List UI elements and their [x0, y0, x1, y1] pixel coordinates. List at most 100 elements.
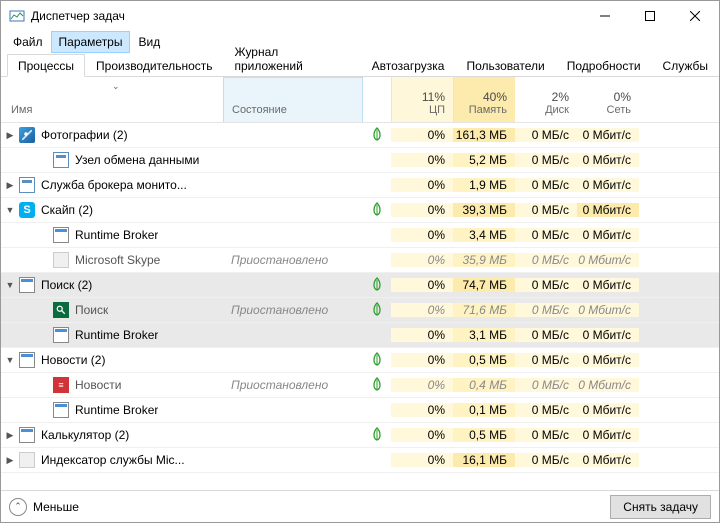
- expand-toggle[interactable]: ▶: [1, 180, 19, 191]
- search-icon: [53, 302, 69, 318]
- cpu-cell: 0%: [391, 153, 453, 167]
- net-cell: 0 Мбит/с: [577, 253, 639, 267]
- maximize-button[interactable]: [627, 1, 672, 31]
- table-row[interactable]: ▶Фотографии (2)0%161,3 МБ0 МБ/с0 Мбит/с: [1, 123, 719, 148]
- minimize-button[interactable]: [582, 1, 627, 31]
- tab-details[interactable]: Подробности: [556, 54, 652, 76]
- state-cell: Приостановлено: [223, 253, 363, 267]
- disk-cell: 0 МБ/с: [515, 278, 577, 292]
- table-row[interactable]: ▶Служба брокера монито...0%1,9 МБ0 МБ/с0…: [1, 173, 719, 198]
- leaf-icon: [371, 202, 383, 219]
- expand-toggle[interactable]: ▼: [1, 355, 19, 365]
- table-row[interactable]: ▼Новости (2)0%0,5 МБ0 МБ/с0 Мбит/с: [1, 348, 719, 373]
- news-icon: ≡: [53, 377, 69, 393]
- expand-toggle[interactable]: ▶: [1, 130, 19, 141]
- node-icon: [53, 152, 69, 168]
- process-list[interactable]: ▶Фотографии (2)0%161,3 МБ0 МБ/с0 Мбит/сУ…: [1, 123, 719, 490]
- net-cell: 0 Мбит/с: [577, 328, 639, 342]
- table-row[interactable]: Runtime Broker0%3,4 МБ0 МБ/с0 Мбит/с: [1, 223, 719, 248]
- cpu-cell: 0%: [391, 278, 453, 292]
- close-button[interactable]: [672, 1, 717, 31]
- header-leaf: [363, 77, 391, 122]
- app-icon: [19, 352, 35, 368]
- fewer-details-button[interactable]: ⌃ Меньше: [9, 498, 610, 516]
- process-name: Поиск (2): [41, 278, 92, 292]
- column-headers: ⌄ Имя Состояние 11%ЦП 40%Память 2%Диск 0…: [1, 77, 719, 123]
- disk-cell: 0 МБ/с: [515, 203, 577, 217]
- leaf-icon: [371, 277, 383, 294]
- cpu-cell: 0%: [391, 128, 453, 142]
- tab-users[interactable]: Пользователи: [455, 54, 555, 76]
- header-network[interactable]: 0%Сеть: [577, 77, 639, 122]
- window-title: Диспетчер задач: [31, 9, 582, 23]
- table-row[interactable]: Узел обмена данными0%5,2 МБ0 МБ/с0 Мбит/…: [1, 148, 719, 173]
- disk-cell: 0 МБ/с: [515, 378, 577, 392]
- tab-services[interactable]: Службы: [652, 54, 719, 76]
- name-cell: Microsoft Skype: [19, 252, 223, 268]
- table-row[interactable]: ▼SСкайп (2)0%39,3 МБ0 МБ/с0 Мбит/с: [1, 198, 719, 223]
- table-row[interactable]: ▼Поиск (2)0%74,7 МБ0 МБ/с0 Мбит/с: [1, 273, 719, 298]
- header-state[interactable]: Состояние: [223, 77, 363, 122]
- disk-cell: 0 МБ/с: [515, 328, 577, 342]
- table-row[interactable]: Runtime Broker0%0,1 МБ0 МБ/с0 Мбит/с: [1, 398, 719, 423]
- menu-file[interactable]: Файл: [5, 31, 51, 53]
- name-cell: Поиск: [19, 302, 223, 318]
- menu-view[interactable]: Вид: [130, 31, 168, 53]
- table-row[interactable]: ≡НовостиПриостановлено0%0,4 МБ0 МБ/с0 Мб…: [1, 373, 719, 398]
- tab-startup[interactable]: Автозагрузка: [361, 54, 456, 76]
- titlebar: Диспетчер задач: [1, 1, 719, 31]
- app-icon: [9, 8, 25, 24]
- table-row[interactable]: ▶Калькулятор (2)0%0,5 МБ0 МБ/с0 Мбит/с: [1, 423, 719, 448]
- name-cell: Фотографии (2): [19, 127, 223, 143]
- leaf-icon: [371, 377, 383, 394]
- photos-icon: [19, 127, 35, 143]
- header-name[interactable]: ⌄ Имя: [1, 77, 223, 122]
- header-disk[interactable]: 2%Диск: [515, 77, 577, 122]
- menu-options[interactable]: Параметры: [51, 31, 131, 53]
- disk-cell: 0 МБ/с: [515, 403, 577, 417]
- name-cell: Runtime Broker: [19, 227, 223, 243]
- mem-cell: 0,4 МБ: [453, 378, 515, 392]
- expand-toggle[interactable]: ▶: [1, 430, 19, 441]
- net-cell: 0 Мбит/с: [577, 128, 639, 142]
- process-name: Индексатор службы Mic...: [41, 453, 185, 467]
- mem-cell: 3,4 МБ: [453, 228, 515, 242]
- net-cell: 0 Мбит/с: [577, 203, 639, 217]
- calc-icon: [19, 427, 35, 443]
- net-cell: 0 Мбит/с: [577, 428, 639, 442]
- cpu-cell: 0%: [391, 328, 453, 342]
- table-row[interactable]: Microsoft SkypeПриостановлено0%35,9 МБ0 …: [1, 248, 719, 273]
- process-name: Runtime Broker: [75, 328, 158, 342]
- process-name: Новости (2): [41, 353, 105, 367]
- node-icon: [19, 177, 35, 193]
- name-cell: ≡Новости: [19, 377, 223, 393]
- expand-toggle[interactable]: ▶: [1, 455, 19, 466]
- table-row[interactable]: Runtime Broker 0%3,1 МБ0 МБ/с0 Мбит/с: [1, 323, 719, 348]
- expand-toggle[interactable]: ▼: [1, 280, 19, 290]
- tab-processes[interactable]: Процессы: [7, 54, 85, 77]
- cpu-cell: 0%: [391, 178, 453, 192]
- process-name: Поиск: [75, 303, 108, 317]
- process-name: Скайп (2): [41, 203, 93, 217]
- net-cell: 0 Мбит/с: [577, 153, 639, 167]
- net-cell: 0 Мбит/с: [577, 228, 639, 242]
- table-row[interactable]: ▶Индексатор службы Mic...0%16,1 МБ0 МБ/с…: [1, 448, 719, 473]
- net-cell: 0 Мбит/с: [577, 353, 639, 367]
- app-icon: [53, 402, 69, 418]
- leaf-icon: [371, 302, 383, 319]
- tab-apphistory[interactable]: Журнал приложений: [224, 40, 361, 76]
- leaf-icon: [371, 127, 383, 144]
- process-name: Microsoft Skype: [75, 253, 160, 267]
- disk-cell: 0 МБ/с: [515, 453, 577, 467]
- header-memory[interactable]: 40%Память: [453, 77, 515, 122]
- expand-toggle[interactable]: ▼: [1, 205, 19, 215]
- app-icon: [53, 227, 69, 243]
- table-row[interactable]: ПоискПриостановлено0%71,6 МБ0 МБ/с0 Мбит…: [1, 298, 719, 323]
- tab-performance[interactable]: Производительность: [85, 54, 223, 76]
- leaf-indicator: [363, 277, 391, 294]
- header-cpu[interactable]: 11%ЦП: [391, 77, 453, 122]
- mem-cell: 1,9 МБ: [453, 178, 515, 192]
- mem-cell: 3,1 МБ: [453, 328, 515, 342]
- end-task-button[interactable]: Снять задачу: [610, 495, 711, 519]
- blank-icon: [19, 452, 35, 468]
